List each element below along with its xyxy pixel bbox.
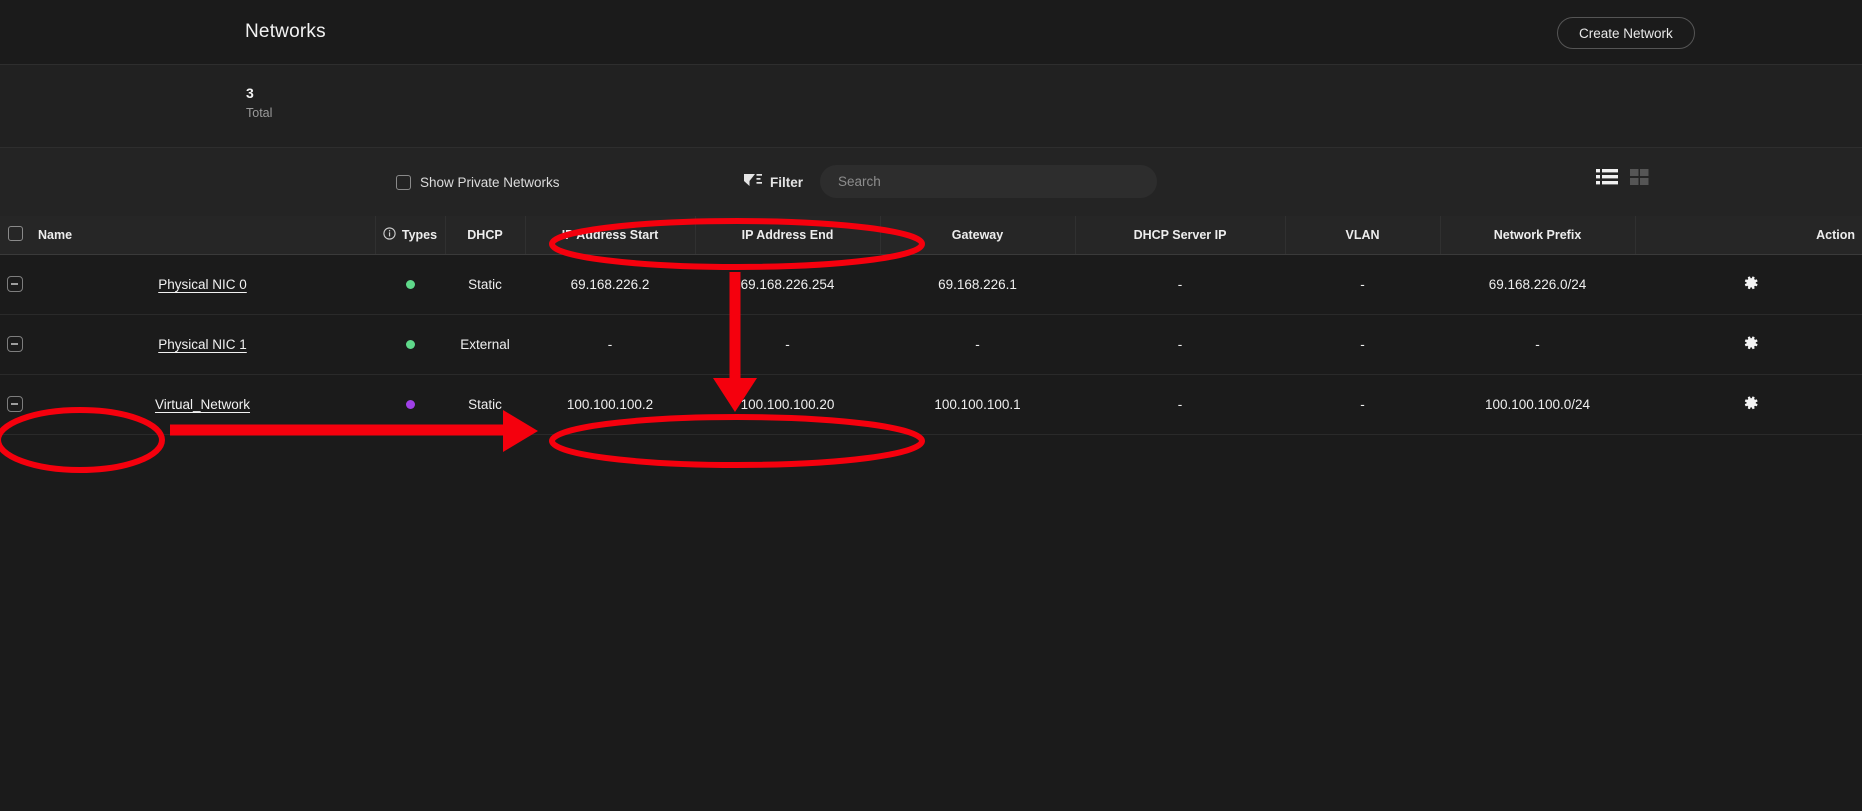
row-name-cell[interactable]: Physical NIC 0 xyxy=(30,254,375,315)
type-status-dot xyxy=(405,400,415,410)
row-ip-end-cell: 69.168.226.254 xyxy=(695,254,880,315)
networks-page: Networks Create Network 3 Total Show Pri… xyxy=(0,0,1862,811)
row-dhcp-cell: External xyxy=(445,314,525,375)
row-dhcp-server-ip-cell: - xyxy=(1075,314,1285,375)
networks-table: Name Types DHCP IP Address Start IP Addr… xyxy=(0,216,1862,435)
network-link[interactable]: Physical NIC 0 xyxy=(158,277,247,292)
show-private-networks-label: Show Private Networks xyxy=(420,174,560,190)
row-ip-start-cell: 69.168.226.2 xyxy=(525,254,695,315)
table-row[interactable]: Physical NIC 1 External - - - - - - xyxy=(0,314,1862,375)
network-link[interactable]: Physical NIC 1 xyxy=(158,337,247,352)
select-all-header[interactable] xyxy=(0,216,30,255)
column-header-vlan[interactable]: VLAN xyxy=(1285,216,1441,255)
grid-view-icon[interactable] xyxy=(1630,168,1650,191)
column-header-dhcp[interactable]: DHCP xyxy=(445,216,526,255)
row-action-cell[interactable] xyxy=(1635,314,1862,375)
column-header-dhcp-server-ip[interactable]: DHCP Server IP xyxy=(1075,216,1286,255)
select-all-checkbox-icon[interactable] xyxy=(7,225,23,241)
row-prefix-cell: 69.168.226.0/24 xyxy=(1440,254,1635,315)
row-gateway-cell: 69.168.226.1 xyxy=(880,254,1075,315)
row-gateway-cell: 100.100.100.1 xyxy=(880,374,1075,435)
checkbox-icon[interactable] xyxy=(396,174,411,190)
info-icon[interactable] xyxy=(383,227,396,243)
type-status-dot xyxy=(405,280,415,290)
table-toolbar: Show Private Networks Filter xyxy=(0,148,1862,216)
table-row[interactable]: Virtual_Network Static 100.100.100.2 100… xyxy=(0,374,1862,435)
search-input[interactable] xyxy=(820,165,1157,198)
column-header-gateway[interactable]: Gateway xyxy=(880,216,1076,255)
row-ip-end-cell: 100.100.100.20 xyxy=(695,374,880,435)
row-expand-cell[interactable] xyxy=(0,374,30,435)
column-header-types-label: Types xyxy=(401,227,438,242)
page-title: Networks xyxy=(245,21,326,42)
row-dhcp-cell: Static xyxy=(445,374,525,435)
top-header-bar: Networks Create Network xyxy=(0,0,1862,65)
filter-button[interactable]: Filter xyxy=(744,173,803,192)
column-header-name[interactable]: Name xyxy=(30,216,376,255)
row-ip-start-cell: 100.100.100.2 xyxy=(525,374,695,435)
filter-label: Filter xyxy=(770,174,804,190)
column-header-types[interactable]: Types xyxy=(375,216,446,255)
row-ip-end-cell: - xyxy=(695,314,880,375)
type-status-dot xyxy=(405,340,415,350)
row-action-cell[interactable] xyxy=(1635,374,1862,435)
create-network-button[interactable]: Create Network xyxy=(1557,17,1695,49)
summary-strip: 3 Total xyxy=(0,65,1862,148)
row-expand-cell[interactable] xyxy=(0,254,30,315)
table-header-row: Name Types DHCP IP Address Start IP Addr… xyxy=(0,216,1862,255)
column-header-ip-address-start[interactable]: IP Address Start xyxy=(525,216,696,255)
row-name-cell[interactable]: Physical NIC 1 xyxy=(30,314,375,375)
row-prefix-cell: 100.100.100.0/24 xyxy=(1440,374,1635,435)
row-dhcp-cell: Static xyxy=(445,254,525,315)
total-count: 3 xyxy=(246,85,254,101)
table-row[interactable]: Physical NIC 0 Static 69.168.226.2 69.16… xyxy=(0,254,1862,315)
column-header-network-prefix[interactable]: Network Prefix xyxy=(1440,216,1636,255)
row-ip-start-cell: - xyxy=(525,314,695,375)
row-vlan-cell: - xyxy=(1285,314,1440,375)
list-view-icon[interactable] xyxy=(1596,168,1618,191)
row-action-cell[interactable] xyxy=(1635,254,1862,315)
row-expand-icon[interactable] xyxy=(7,396,23,413)
network-link[interactable]: Virtual_Network xyxy=(155,397,250,412)
show-private-networks-checkbox[interactable]: Show Private Networks xyxy=(396,174,560,190)
row-dhcp-server-ip-cell: - xyxy=(1075,374,1285,435)
row-name-cell[interactable]: Virtual_Network xyxy=(30,374,375,435)
total-label: Total xyxy=(246,106,273,120)
gear-icon[interactable] xyxy=(1742,274,1759,294)
row-prefix-cell: - xyxy=(1440,314,1635,375)
column-header-ip-address-end[interactable]: IP Address End xyxy=(695,216,881,255)
row-gateway-cell: - xyxy=(880,314,1075,375)
gear-icon[interactable] xyxy=(1742,334,1759,354)
row-vlan-cell: - xyxy=(1285,374,1440,435)
view-toggle-group xyxy=(1596,168,1650,191)
column-header-action: Action xyxy=(1635,216,1862,255)
row-dhcp-server-ip-cell: - xyxy=(1075,254,1285,315)
row-type-cell xyxy=(375,314,445,375)
row-expand-cell[interactable] xyxy=(0,314,30,375)
row-expand-icon[interactable] xyxy=(7,276,23,293)
filter-icon xyxy=(744,173,762,192)
row-type-cell xyxy=(375,374,445,435)
row-type-cell xyxy=(375,254,445,315)
gear-icon[interactable] xyxy=(1742,394,1759,414)
row-expand-icon[interactable] xyxy=(7,336,23,353)
row-vlan-cell: - xyxy=(1285,254,1440,315)
